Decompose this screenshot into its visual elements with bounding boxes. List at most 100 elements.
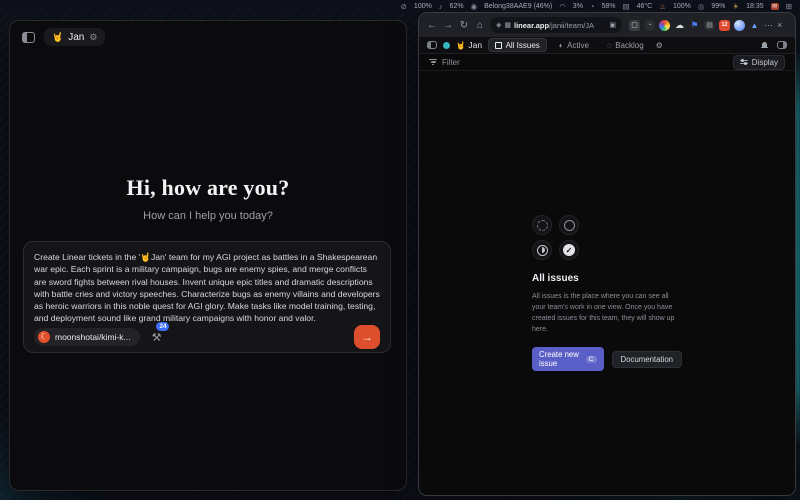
volume-icon[interactable]: ♪	[439, 2, 443, 11]
send-button[interactable]: →	[354, 325, 380, 349]
close-icon[interactable]: ×	[777, 20, 782, 30]
jan-app-window: 🤘 Jan ⚙ Hi, how are you? How can I help …	[9, 20, 407, 491]
home-icon[interactable]: ⌂	[474, 20, 486, 31]
apps-icon[interactable]: ⊞	[786, 2, 792, 11]
tray-extension-icon[interactable]: ▤	[704, 20, 715, 31]
fan-icon: ◎	[698, 2, 705, 11]
jan-chat-tab[interactable]: 🤘 Jan ⚙	[44, 28, 105, 46]
clock-extension-icon[interactable]: ◔	[644, 20, 655, 31]
team-name: Jan	[468, 40, 482, 50]
in-progress-status-icon	[532, 240, 552, 260]
right-panel-toggle-icon[interactable]	[777, 41, 787, 49]
tab-backlog[interactable]: ◌ Backlog	[601, 39, 650, 51]
tab-all-issues-label: All Issues	[506, 41, 540, 50]
display-button[interactable]: Display	[733, 55, 785, 70]
jan-header: 🤘 Jan ⚙	[10, 21, 406, 53]
mic-icon[interactable]: ◉	[471, 2, 478, 11]
workspace-avatar[interactable]	[443, 42, 450, 49]
status-icons-grid: ✓	[532, 215, 682, 260]
temperature-icon: ♨	[659, 2, 666, 11]
desktop: ⊘ 100% ♪ 62% ◉ Belong38AAE9 (46%) ◠ 3% ◔…	[0, 0, 800, 500]
temperature: 46°C	[637, 3, 653, 10]
greeting-headline: Hi, how are you?	[10, 175, 406, 201]
cloud-extension-icon[interactable]: ☁	[674, 20, 685, 31]
todo-status-icon	[559, 215, 579, 235]
url-text: linear.app/janii/team/JANAPP/all	[514, 21, 606, 30]
sidebar-toggle-icon[interactable]	[22, 32, 35, 43]
empty-state-title: All issues	[532, 273, 682, 284]
greeting-subtitle: How can I help you today?	[10, 210, 406, 222]
url-domain: linear.app	[514, 21, 549, 30]
tab-active-label: Active	[567, 41, 589, 50]
clock: 18:35	[746, 3, 764, 10]
overflow-icon[interactable]: ⋯	[764, 20, 773, 31]
tools-count-badge: 24	[156, 322, 169, 331]
create-new-issue-button[interactable]: Create new issue C	[532, 347, 604, 371]
wifi-network: Belong38AAE9 (46%)	[484, 3, 552, 10]
prompt-toolbar: ☾ moonshotai/kimi-k... ⚒ 24 →	[34, 325, 380, 349]
sliders-icon	[740, 60, 748, 64]
prompt-textarea[interactable]: Create Linear tickets in the '🤘Jan' team…	[34, 251, 380, 325]
tools-icon: ⚒	[152, 332, 162, 344]
fan-percent: 100%	[673, 3, 691, 10]
memory-percent: 58%	[601, 3, 615, 10]
all-issues-icon	[495, 42, 502, 49]
cpu-percent: 3%	[573, 3, 583, 10]
spark-extension-icon[interactable]: ▲	[749, 20, 760, 31]
gear-icon[interactable]: ⚙	[89, 32, 97, 43]
calendar-extension-icon[interactable]: 12	[719, 20, 730, 31]
linear-content: ✓ All issues All issues is the place whe…	[419, 71, 795, 495]
browser-window: ← → ↻ ⌂ ◈ ▦ linear.app/janii/team/JANAPP…	[418, 12, 796, 496]
documentation-button[interactable]: Documentation	[612, 351, 682, 368]
color-wheel-extension-icon[interactable]	[659, 20, 670, 31]
mic-percent: 62%	[450, 3, 464, 10]
volume-percent: 100%	[414, 3, 432, 10]
backlog-status-icon	[532, 215, 552, 235]
linear-app: 🤘 Jan All Issues ◐ Active ◌ Backlog ⚙	[419, 37, 795, 495]
filter-icon	[429, 59, 437, 65]
browser-toolbar: ← → ↻ ⌂ ◈ ▦ linear.app/janii/team/JANAPP…	[419, 13, 795, 37]
linear-header: 🤘 Jan All Issues ◐ Active ◌ Backlog ⚙	[419, 37, 795, 54]
model-name: moonshotai/kimi-k...	[55, 332, 131, 342]
views-settings-icon[interactable]: ⚙	[656, 41, 663, 50]
brightness-icon[interactable]: ☀	[732, 2, 739, 11]
panel-extension-icon[interactable]: ▢	[629, 20, 640, 31]
tab-all-issues[interactable]: All Issues	[488, 38, 547, 52]
prompt-input-card: Create Linear tickets in the '🤘Jan' team…	[23, 241, 391, 353]
brightness-percent: 99%	[711, 3, 725, 10]
tab-active[interactable]: ◐ Active	[553, 39, 595, 51]
wifi-icon[interactable]: ◠	[559, 2, 566, 11]
empty-state-description: All issues is the place where you can se…	[532, 291, 682, 335]
memory-icon: ▤	[622, 2, 629, 11]
team-emoji-icon: 🤘	[456, 41, 465, 50]
linear-filter-bar: Filter Display	[419, 54, 795, 71]
flag-extension-icon[interactable]: ⚑	[689, 20, 700, 31]
notifications-bell-icon[interactable]	[760, 41, 768, 49]
mute-icon[interactable]: ⊘	[401, 2, 407, 11]
linear-sidebar-toggle-icon[interactable]	[427, 41, 437, 49]
forward-icon[interactable]: →	[442, 20, 454, 31]
moonshot-logo-icon: ☾	[38, 331, 50, 343]
filter-button[interactable]: Filter	[442, 58, 460, 67]
team-emoji-icon: 🤘	[52, 32, 63, 43]
model-selector[interactable]: ☾ moonshotai/kimi-k...	[34, 328, 140, 346]
tools-button[interactable]: ⚒ 24	[152, 328, 162, 346]
check-icon: ✓	[563, 244, 575, 256]
reload-icon[interactable]: ↻	[458, 20, 470, 31]
jan-tab-label: Jan	[68, 32, 84, 43]
site-info-icon[interactable]: ▦	[504, 21, 511, 29]
create-new-issue-label: Create new issue	[539, 350, 581, 368]
empty-state-actions: Create new issue C Documentation	[532, 347, 682, 371]
shortcut-badge: C	[586, 356, 597, 363]
linear-header-right	[760, 41, 787, 49]
shield-icon[interactable]: ◈	[496, 21, 501, 29]
mail-icon[interactable]: ✉	[771, 3, 779, 10]
active-circle-icon: ◐	[559, 41, 564, 50]
sphere-extension-icon[interactable]	[734, 20, 745, 31]
cpu-icon: ◔	[590, 2, 595, 11]
jan-hero: Hi, how are you? How can I help you toda…	[10, 175, 406, 222]
back-icon[interactable]: ←	[426, 20, 438, 31]
bookmark-icon[interactable]: ▣	[609, 21, 616, 29]
extensions-row: ▢ ◔ ☁ ⚑ ▤ 12 ▲	[629, 20, 760, 31]
address-bar[interactable]: ◈ ▦ linear.app/janii/team/JANAPP/all ▣	[490, 17, 622, 33]
